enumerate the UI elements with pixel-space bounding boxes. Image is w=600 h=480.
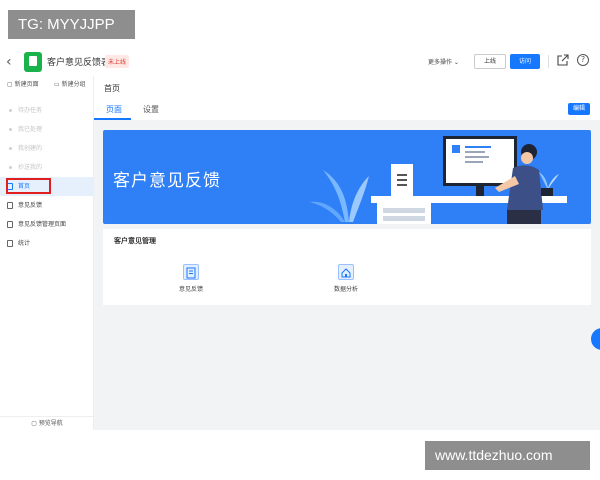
page-header: 首页 页面 设置 编辑 (94, 76, 600, 120)
panel-title: 客户意见管理 (114, 237, 156, 245)
sidebar-item-label: 统计 (18, 240, 31, 247)
sidebar-item-label: 我创建的 (18, 145, 43, 152)
report-icon (7, 240, 13, 247)
new-page-label: 新建页面 (14, 81, 39, 88)
help-icon[interactable]: ? (577, 54, 589, 66)
sidebar-item-cc[interactable]: 抄送我的 (0, 158, 94, 177)
sidebar-item-label: 抄送我的 (18, 164, 43, 171)
feedback-form-icon (183, 264, 199, 280)
edit-page-icon (7, 221, 13, 228)
sidebar-item-stats[interactable]: 统计 (0, 234, 94, 253)
preview-nav-button[interactable]: ▢ 预览导航 (0, 416, 94, 430)
dot-icon (9, 166, 12, 169)
sidebar-item-feedback-admin[interactable]: 意见反馈管理页面 (0, 215, 94, 234)
hero-banner: 客户意见反馈 (103, 130, 591, 224)
header-divider (548, 55, 549, 68)
app-logo-icon (24, 52, 42, 72)
home-icon (338, 264, 354, 280)
publish-button[interactable]: 上线 (474, 54, 506, 69)
watermark-top: TG: MYYJJPP (8, 10, 135, 39)
back-icon[interactable]: ‹ (6, 54, 20, 70)
main-content: 首页 页面 设置 编辑 客户意见反馈 客户意见管理 意见反馈 数据分析 (94, 76, 600, 430)
new-page-button[interactable]: ▢ 新建页面 (7, 79, 39, 88)
sidebar: ▢ 新建页面 ▭ 新建分组 待办任务 我已处理 我创建的 抄送我的 首页 意见反… (0, 76, 94, 430)
edit-button[interactable]: 编辑 (568, 103, 590, 115)
new-group-label: 新建分组 (61, 81, 86, 88)
office-illustration (309, 136, 567, 224)
highlight-box (6, 178, 51, 194)
sidebar-item-created[interactable]: 我创建的 (0, 139, 94, 158)
sidebar-item-handled[interactable]: 我已处理 (0, 120, 94, 139)
dot-icon (9, 128, 12, 131)
sidebar-item-label: 意见反馈管理页面 (18, 221, 67, 228)
tile-label: 数据分析 (334, 286, 359, 293)
app-title: 客户意见反馈表 (47, 58, 111, 68)
active-tab-indicator (94, 118, 131, 120)
watermark-bottom: www.ttdezhuo.com (425, 441, 590, 470)
sidebar-item-feedback[interactable]: 意见反馈 (0, 196, 94, 215)
shortcut-panel: 客户意见管理 意见反馈 数据分析 (103, 229, 591, 305)
dot-icon (9, 109, 12, 112)
page-title: 首页 (104, 84, 120, 93)
new-group-button[interactable]: ▭ 新建分组 (54, 79, 86, 88)
sidebar-actions: ▢ 新建页面 ▭ 新建分组 (0, 76, 94, 92)
app-header: ‹ 客户意见反馈表 未上线 更多操作 ⌄ 上线 访问 ? (0, 48, 600, 76)
tab-page[interactable]: 页面 (106, 104, 122, 115)
tile-label: 意见反馈 (179, 286, 204, 293)
screen: ‹ 客户意见反馈表 未上线 更多操作 ⌄ 上线 访问 ? ▢ 新建页面 ▭ 新建… (0, 0, 600, 480)
external-link-icon[interactable] (556, 54, 569, 67)
form-icon (7, 202, 13, 209)
visit-button[interactable]: 访问 (510, 54, 540, 69)
sidebar-item-label: 待办任务 (18, 107, 43, 114)
sidebar-item-label: 意见反馈 (18, 202, 43, 209)
status-badge: 未上线 (105, 55, 130, 68)
dot-icon (9, 147, 12, 150)
more-actions-dropdown[interactable]: 更多操作 ⌄ (428, 57, 459, 66)
preview-nav-label: 预览导航 (38, 420, 63, 427)
sidebar-item-label: 我已处理 (18, 126, 43, 133)
tab-settings[interactable]: 设置 (143, 104, 159, 115)
sidebar-item-todo[interactable]: 待办任务 (0, 101, 94, 120)
